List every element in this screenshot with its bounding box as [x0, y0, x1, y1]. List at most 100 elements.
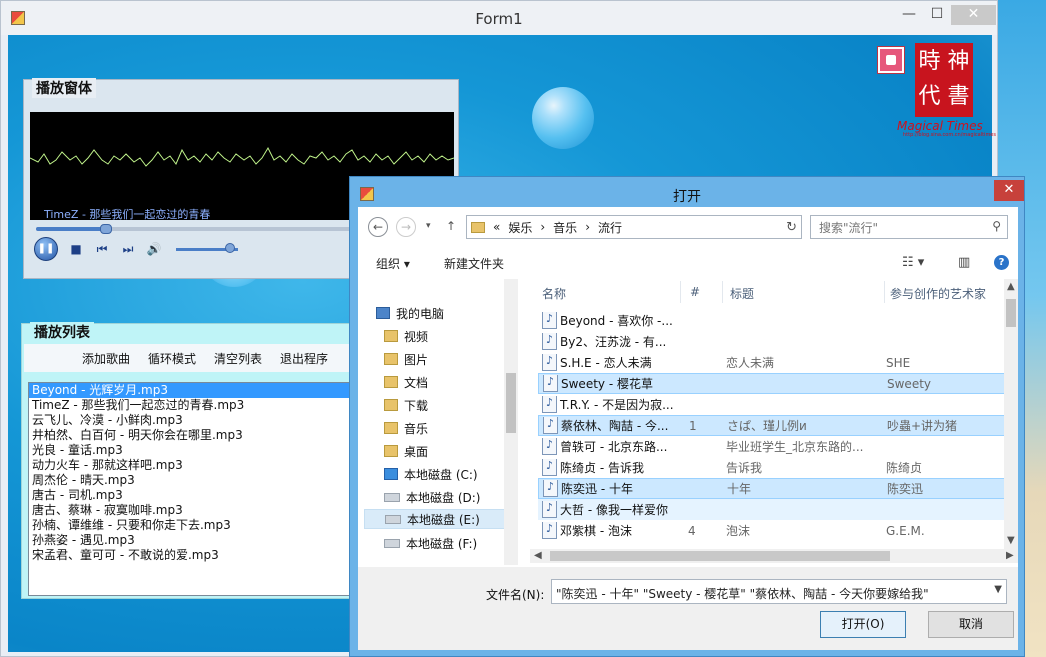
breadcrumb-item[interactable]: 音乐	[553, 219, 577, 236]
cancel-button[interactable]: 取消	[928, 611, 1014, 638]
nav-item-pictures[interactable]: 图片	[384, 349, 428, 369]
open-button[interactable]: 打开(O)	[820, 611, 906, 638]
file-row[interactable]: Sweety - 樱花草 Sweety	[538, 373, 1008, 394]
dialog-title: 打开	[673, 189, 701, 205]
horizontal-scroll-thumb[interactable]	[550, 551, 890, 561]
volume-icon[interactable]: 🔊	[146, 242, 162, 256]
menu-clear-list[interactable]: 清空列表	[214, 350, 262, 367]
dialog-close-button[interactable]: ✕	[994, 180, 1024, 201]
search-input[interactable]: 搜索"流行" ⚲	[810, 215, 1008, 239]
previous-icon[interactable]: ⏮	[94, 242, 110, 257]
address-bar[interactable]: « 娱乐 › 音乐 › 流行 ↻	[466, 215, 802, 239]
nav-item-drive-d[interactable]: 本地磁盘 (D:)	[384, 487, 480, 507]
recent-dropdown-icon[interactable]: ▾	[426, 221, 431, 231]
list-item[interactable]: 孙楠、谭维维 - 只要和你走下去.mp3	[29, 518, 353, 533]
nav-scroll-thumb[interactable]	[506, 373, 516, 433]
breadcrumb-item[interactable]: 娱乐	[508, 219, 532, 236]
column-header-number[interactable]: #	[690, 285, 700, 299]
title-bar[interactable]: Form1 — ☐ ✕	[1, 1, 997, 35]
pause-button[interactable]: ❚❚	[34, 237, 58, 261]
nav-item-drive-f[interactable]: 本地磁盘 (F:)	[384, 533, 477, 553]
file-row[interactable]: Beyond - 喜欢你 -...	[538, 310, 1008, 331]
preview-pane-icon[interactable]: ▥	[958, 255, 970, 270]
file-row[interactable]: 陈绮贞 - 告诉我 告诉我 陈绮贞	[538, 457, 1008, 478]
search-icon[interactable]: ⚲	[992, 219, 1001, 233]
chevron-down-icon[interactable]: ▼	[994, 584, 1002, 595]
list-item[interactable]: 唐古、蔡琳 - 寂寞咖啡.mp3	[29, 503, 353, 518]
column-header-title[interactable]: 标题	[730, 285, 754, 302]
back-button[interactable]: ←	[368, 217, 388, 237]
scroll-down-icon[interactable]: ▼	[1007, 535, 1015, 546]
file-row[interactable]: 陈奕迅 - 十年 十年 陈奕迅	[538, 478, 1008, 499]
breadcrumb-separator[interactable]: ›	[540, 220, 545, 234]
seek-handle[interactable]	[99, 224, 112, 234]
breadcrumb-item[interactable]: 流行	[598, 219, 622, 236]
nav-item-music[interactable]: 音乐	[384, 418, 428, 438]
skin-button[interactable]	[877, 46, 905, 74]
menu-add-songs[interactable]: 添加歌曲	[82, 350, 130, 367]
nav-item-videos[interactable]: 视频	[384, 326, 428, 346]
nav-item-desktop[interactable]: 桌面	[384, 441, 428, 461]
nav-item-this-pc[interactable]: 我的电脑	[376, 303, 444, 323]
file-row[interactable]: By2、汪苏泷 - 有...	[538, 331, 1008, 352]
file-row[interactable]: 大哲 - 像我一样爱你	[538, 499, 1008, 520]
filename-input[interactable]: "陈奕迅 - 十年" "Sweety - 樱花草" "蔡依林、陶喆 - 今天你要…	[551, 579, 1007, 604]
nav-item-documents[interactable]: 文档	[384, 372, 428, 392]
file-row[interactable]: 邓紫棋 - 泡沫4 泡沫 G.E.M.	[538, 520, 1008, 541]
file-name: T.R.Y. - 不是因为寂...	[538, 396, 688, 413]
scroll-right-icon[interactable]: ▶	[1006, 550, 1014, 561]
nav-label: 下载	[404, 398, 429, 413]
nav-scrollbar[interactable]	[504, 279, 518, 565]
file-vertical-scrollbar[interactable]: ▲ ▼	[1004, 279, 1018, 549]
nav-item-drive-e[interactable]: 本地磁盘 (E:)	[364, 509, 510, 529]
list-item[interactable]: 光良 - 童话.mp3	[29, 443, 353, 458]
column-divider[interactable]	[680, 281, 681, 303]
list-item[interactable]: TimeZ - 那些我们一起恋过的青春.mp3	[29, 398, 353, 413]
list-item[interactable]: 唐古 - 司机.mp3	[29, 488, 353, 503]
file-row[interactable]: T.R.Y. - 不是因为寂...	[538, 394, 1008, 415]
list-item[interactable]: 井柏然、白百何 - 明天你会在哪里.mp3	[29, 428, 353, 443]
refresh-icon[interactable]: ↻	[786, 220, 797, 235]
file-row[interactable]: 曾轶可 - 北京东路... 毕业班学生_北京东路的...	[538, 436, 1008, 457]
up-button[interactable]: ↑	[446, 219, 456, 233]
view-options-icon[interactable]: ☷ ▾	[902, 255, 924, 270]
file-row[interactable]: 蔡依林、陶喆 - 今...1 さぱ、瑾儿例и 吵蟲+讲为猪	[538, 415, 1008, 436]
playlist-listbox[interactable]: Beyond - 光辉岁月.mp3 TimeZ - 那些我们一起恋过的青春.mp…	[28, 382, 354, 596]
next-icon[interactable]: ⏭	[120, 242, 136, 257]
file-artist: Sweety	[887, 376, 932, 391]
column-divider[interactable]	[884, 281, 885, 303]
file-horizontal-scrollbar[interactable]: ◀ ▶	[530, 549, 1018, 563]
close-button[interactable]: ✕	[951, 5, 996, 25]
file-artist: SHE	[886, 355, 911, 370]
forward-button[interactable]: →	[396, 217, 416, 237]
list-item[interactable]: 周杰伦 - 晴天.mp3	[29, 473, 353, 488]
breadcrumb-overflow[interactable]: «	[493, 220, 500, 234]
nav-item-downloads[interactable]: 下载	[384, 395, 428, 415]
organize-button[interactable]: 组织 ▾	[376, 255, 410, 272]
nav-item-drive-c[interactable]: 本地磁盘 (C:)	[384, 464, 478, 484]
nav-label: 本地磁盘 (E:)	[407, 512, 480, 527]
column-header-artist[interactable]: 参与创作的艺术家	[890, 285, 986, 302]
menu-exit[interactable]: 退出程序	[280, 350, 328, 367]
column-header-name[interactable]: 名称	[542, 285, 566, 302]
file-row[interactable]: S.H.E - 恋人未满 恋人未满 SHE	[538, 352, 1008, 373]
column-divider[interactable]	[722, 281, 723, 303]
list-item[interactable]: 动力火车 - 那就这样吧.mp3	[29, 458, 353, 473]
scroll-up-icon[interactable]: ▲	[1007, 281, 1015, 292]
list-item[interactable]: 宋孟君、童可可 - 不敢说的爱.mp3	[29, 548, 353, 563]
list-item[interactable]: Beyond - 光辉岁月.mp3	[29, 383, 353, 398]
nav-label: 音乐	[404, 421, 429, 436]
stop-icon[interactable]: ■	[68, 242, 84, 256]
vertical-scroll-thumb[interactable]	[1006, 299, 1016, 327]
list-item[interactable]: 云飞儿、冷漠 - 小鲜肉.mp3	[29, 413, 353, 428]
volume-handle[interactable]	[225, 243, 235, 253]
logo-text: Magical Times	[897, 119, 983, 133]
help-icon[interactable]: ?	[994, 255, 1009, 270]
new-folder-button[interactable]: 新建文件夹	[444, 255, 504, 272]
scroll-left-icon[interactable]: ◀	[534, 550, 542, 561]
menu-loop-mode[interactable]: 循环模式	[148, 350, 196, 367]
breadcrumb-separator[interactable]: ›	[585, 220, 590, 234]
maximize-button[interactable]: ☐	[924, 5, 950, 25]
list-item[interactable]: 孙燕姿 - 遇见.mp3	[29, 533, 353, 548]
minimize-button[interactable]: —	[896, 5, 922, 25]
